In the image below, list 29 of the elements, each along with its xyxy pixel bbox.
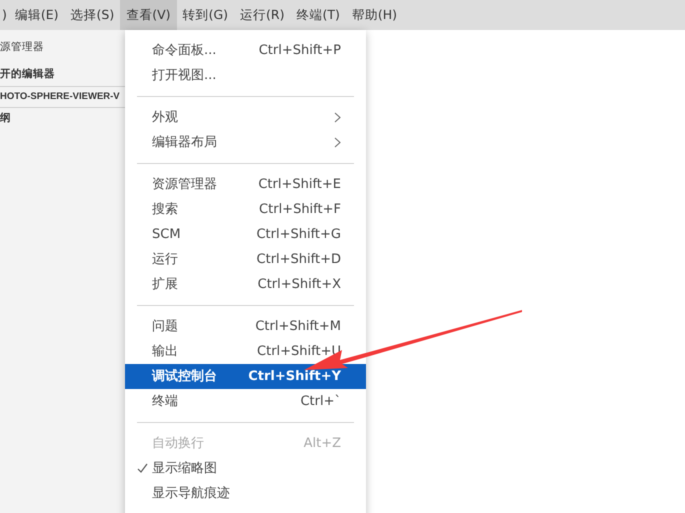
chevron-right-icon: [334, 112, 341, 123]
menu-item[interactable]: 资源管理器 Ctrl+Shift+E: [125, 172, 366, 197]
menu-item[interactable]: 调试控制台 Ctrl+Shift+Y: [125, 364, 366, 389]
menu-item[interactable]: 显示缩略图: [125, 456, 366, 481]
sidebar-section[interactable]: HOTO-SPHERE-VIEWER-V: [0, 86, 125, 108]
menu-item[interactable]: 扩展 Ctrl+Shift+X: [125, 272, 366, 297]
menu-bar-item[interactable]: 终端(T): [290, 0, 346, 30]
menu-item[interactable]: 搜索 Ctrl+Shift+F: [125, 197, 366, 222]
menu-item[interactable]: 打开视图...: [125, 63, 366, 88]
menu-item[interactable]: 输出 Ctrl+Shift+U: [125, 339, 366, 364]
menu-item[interactable]: 显示导航痕迹: [125, 481, 366, 506]
chevron-right-icon: [334, 137, 341, 148]
menu-bar-item[interactable]: 运行(R): [234, 0, 290, 30]
menu-item[interactable]: 编辑器布局: [125, 130, 366, 155]
sidebar-title: 源管理器: [0, 40, 45, 56]
menu-item[interactable]: 运行 Ctrl+Shift+D: [125, 247, 366, 272]
sidebar-section[interactable]: 纲: [0, 108, 125, 130]
menu-item[interactable]: 外观: [125, 105, 366, 130]
menu-item[interactable]: 终端 Ctrl+`: [125, 389, 366, 414]
menu-item[interactable]: 问题 Ctrl+Shift+M: [125, 314, 366, 339]
menu-bar-item[interactable]: 查看(V): [120, 0, 177, 30]
menu-bar-item[interactable]: 帮助(H): [346, 0, 404, 30]
sidebar-section[interactable]: 开的编辑器: [0, 64, 125, 86]
menu-item[interactable]: 命令面板... Ctrl+Shift+P: [125, 38, 366, 63]
menu-bar-item[interactable]: 编辑(E): [8, 0, 65, 30]
menu-bar-item[interactable]: ): [0, 0, 9, 30]
menu-bar-item[interactable]: 选择(S): [64, 0, 120, 30]
menu-item[interactable]: SCM Ctrl+Shift+G: [125, 222, 366, 247]
menu-bar-item[interactable]: 转到(G): [176, 0, 234, 30]
